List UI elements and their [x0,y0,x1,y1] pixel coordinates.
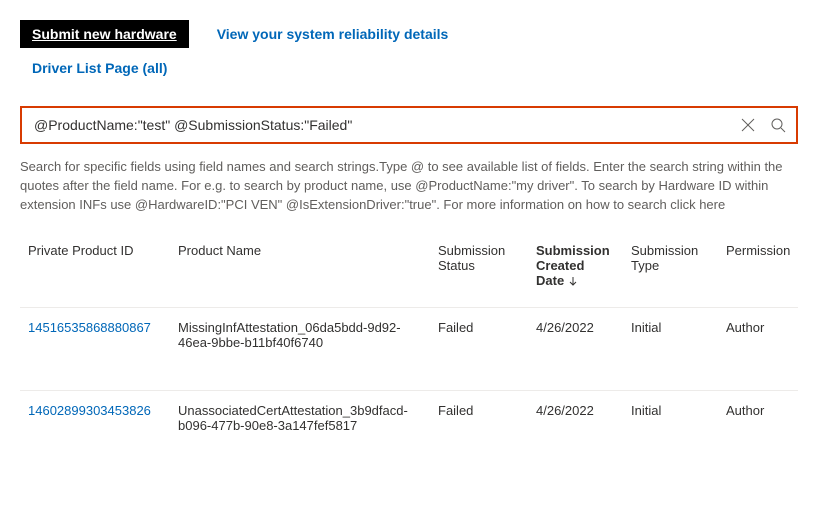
submit-new-hardware-button[interactable]: Submit new hardware [20,20,189,48]
table-row: 14602899303453826 UnassociatedCertAttest… [20,390,798,473]
cell-name: UnassociatedCertAttestation_3b9dfacd-b09… [170,390,430,473]
search-bar [20,106,798,144]
col-header-name[interactable]: Product Name [170,237,430,308]
search-icon[interactable] [770,117,786,133]
cell-date: 4/26/2022 [528,390,623,473]
col-header-type[interactable]: Submission Type [623,237,718,308]
cell-date: 4/26/2022 [528,307,623,390]
search-help-text: Search for specific fields using field n… [20,158,798,215]
results-table: Private Product ID Product Name Submissi… [20,237,798,473]
cell-status: Failed [430,390,528,473]
clear-icon[interactable] [740,117,756,133]
driver-list-page-link[interactable]: Driver List Page (all) [32,60,167,76]
search-input[interactable] [32,116,740,134]
col-header-status[interactable]: Submission Status [430,237,528,308]
col-header-id[interactable]: Private Product ID [20,237,170,308]
col-header-date[interactable]: Submission Created Date [528,237,623,308]
cell-perm: Author [718,390,798,473]
sort-descending-icon [568,274,578,289]
cell-type: Initial [623,307,718,390]
help-text-body: Search for specific fields using field n… [20,159,783,212]
col-header-perm[interactable]: Permission [718,237,798,308]
table-row: 14516535868880867 MissingInfAttestation_… [20,307,798,390]
cell-status: Failed [430,307,528,390]
reliability-details-link[interactable]: View your system reliability details [217,26,449,42]
cell-name: MissingInfAttestation_06da5bdd-9d92-46ea… [170,307,430,390]
product-id-link[interactable]: 14602899303453826 [28,403,151,418]
help-here-link[interactable]: here [699,197,725,212]
cell-type: Initial [623,390,718,473]
product-id-link[interactable]: 14516535868880867 [28,320,151,335]
cell-perm: Author [718,307,798,390]
